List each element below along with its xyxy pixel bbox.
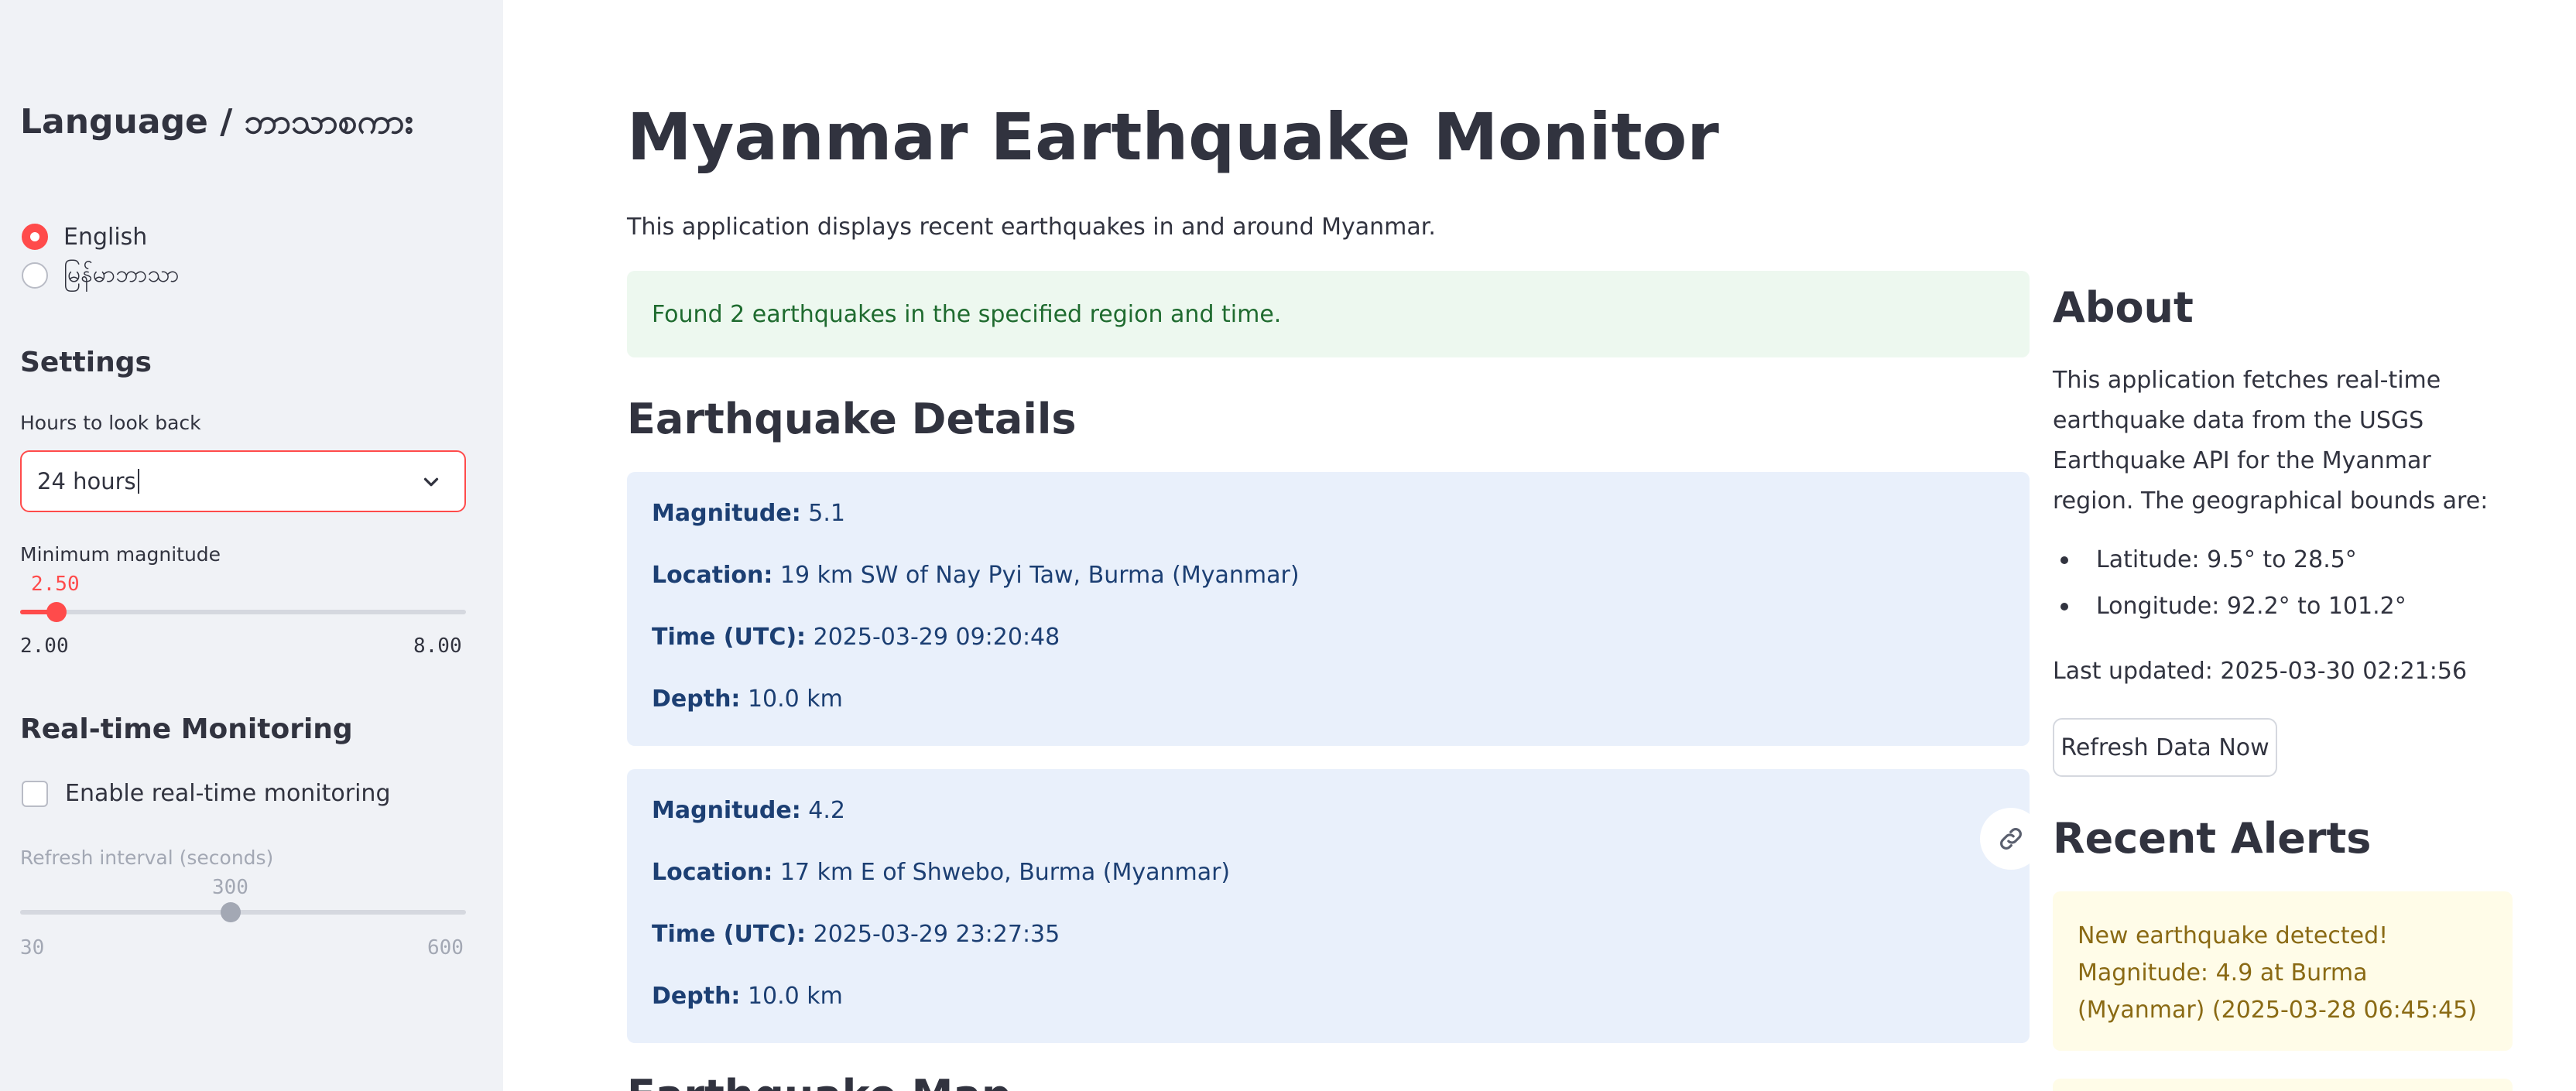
about-heading: About <box>2053 283 2194 332</box>
link-icon <box>2000 828 2022 850</box>
sidebar: Language / ဘာသာစကား English မြန်မာဘာသာ S… <box>0 0 503 1091</box>
min-magnitude-value: 2.50 <box>31 573 80 596</box>
earthquake-card: Magnitude: 5.1 Location: 19 km SW of Nay… <box>627 472 2030 746</box>
success-alert: Found 2 earthquakes in the specified reg… <box>627 271 2030 357</box>
alert-item: New earthquake detected! Magnitude: 4.9 … <box>2053 891 2513 1051</box>
earthquake-map-heading: Earthquake Map <box>627 1071 1011 1091</box>
location-label: Location: <box>652 859 773 886</box>
refresh-interval-thumb[interactable] <box>221 902 241 922</box>
magnitude-value: 4.2 <box>808 797 845 824</box>
depth-value: 10.0 km <box>747 686 843 713</box>
magnitude-label: Magnitude: <box>652 500 801 527</box>
realtime-heading: Real-time Monitoring <box>20 713 353 745</box>
depth-label: Depth: <box>652 983 741 1010</box>
magnitude-value: 5.1 <box>808 500 845 527</box>
refresh-interval-max: 600 <box>427 936 464 959</box>
radio-button-checked[interactable] <box>22 224 48 250</box>
quake-depth: Depth: 10.0 km <box>652 686 843 713</box>
bullet-dot <box>2060 556 2068 564</box>
time-value: 2025-03-29 23:27:35 <box>813 921 1060 948</box>
quake-magnitude: Magnitude: 5.1 <box>652 500 845 527</box>
hours-select-value: 24 hours <box>37 468 136 494</box>
quake-location: Location: 17 km E of Shwebo, Burma (Myan… <box>652 859 1230 886</box>
min-magnitude-thumb[interactable] <box>46 602 67 622</box>
about-text: This application fetches real-time earth… <box>2053 367 2489 515</box>
min-magnitude-max: 8.00 <box>413 634 462 658</box>
refresh-data-button[interactable]: Refresh Data Now <box>2053 718 2277 777</box>
radio-option-myanmar[interactable]: မြန်မာဘာသာ <box>22 258 180 292</box>
anchor-link-button[interactable] <box>1980 808 2042 870</box>
realtime-checkbox-row[interactable]: Enable real-time monitoring <box>22 780 390 807</box>
refresh-interval-min: 30 <box>20 936 45 959</box>
min-magnitude-min: 2.00 <box>20 634 69 658</box>
recent-alerts-heading: Recent Alerts <box>2053 814 2372 863</box>
location-value: 17 km E of Shwebo, Burma (Myanmar) <box>779 859 1231 886</box>
refresh-interval-slider[interactable] <box>20 902 466 922</box>
time-value: 2025-03-29 09:20:48 <box>813 624 1060 651</box>
chevron-down-icon[interactable] <box>420 470 443 494</box>
min-magnitude-slider[interactable] <box>20 602 466 622</box>
refresh-interval-value: 300 <box>212 876 248 899</box>
page-subtitle: This application displays recent earthqu… <box>627 214 1436 241</box>
hours-select[interactable]: 24 hours <box>20 450 466 512</box>
bounds-longitude: Longitude: 92.2° to 101.2° <box>2060 593 2406 620</box>
quake-time: Time (UTC): 2025-03-29 09:20:48 <box>652 624 1060 651</box>
page-title: Myanmar Earthquake Monitor <box>627 99 1719 175</box>
radio-label-myanmar: မြန်မာဘာသာ <box>63 260 180 288</box>
bullet-text: Longitude: 92.2° to 101.2° <box>2096 593 2406 620</box>
realtime-checkbox-label: Enable real-time monitoring <box>65 780 391 807</box>
earthquake-card: Magnitude: 4.2 Location: 17 km E of Shwe… <box>627 769 2030 1043</box>
min-magnitude-label: Minimum magnitude <box>20 543 221 566</box>
last-updated: Last updated: 2025-03-30 02:21:56 <box>2053 658 2468 685</box>
hours-label: Hours to look back <box>20 412 201 434</box>
radio-label-english: English <box>63 223 148 251</box>
bounds-latitude: Latitude: 9.5° to 28.5° <box>2060 546 2357 573</box>
radio-option-english[interactable]: English <box>22 220 147 254</box>
depth-label: Depth: <box>652 686 741 713</box>
language-heading: Language / ဘာသာစကား <box>20 102 413 142</box>
quake-depth: Depth: 10.0 km <box>652 983 843 1010</box>
quake-location: Location: 19 km SW of Nay Pyi Taw, Burma… <box>652 562 1300 589</box>
realtime-checkbox[interactable] <box>22 780 48 807</box>
location-value: 19 km SW of Nay Pyi Taw, Burma (Myanmar) <box>779 562 1300 589</box>
earthquake-details-heading: Earthquake Details <box>627 395 1077 443</box>
depth-value: 10.0 km <box>747 983 843 1010</box>
bullet-dot <box>2060 602 2068 610</box>
settings-heading: Settings <box>20 347 152 378</box>
time-label: Time (UTC): <box>652 624 807 651</box>
radio-button-unchecked[interactable] <box>22 262 48 289</box>
quake-time: Time (UTC): 2025-03-29 23:27:35 <box>652 921 1060 948</box>
time-label: Time (UTC): <box>652 921 807 948</box>
bullet-text: Latitude: 9.5° to 28.5° <box>2096 546 2357 573</box>
text-caret <box>137 469 139 494</box>
quake-magnitude: Magnitude: 4.2 <box>652 797 845 824</box>
alert-item-partial <box>2053 1079 2513 1091</box>
refresh-interval-label: Refresh interval (seconds) <box>20 846 274 869</box>
location-label: Location: <box>652 562 773 589</box>
magnitude-label: Magnitude: <box>652 797 801 824</box>
